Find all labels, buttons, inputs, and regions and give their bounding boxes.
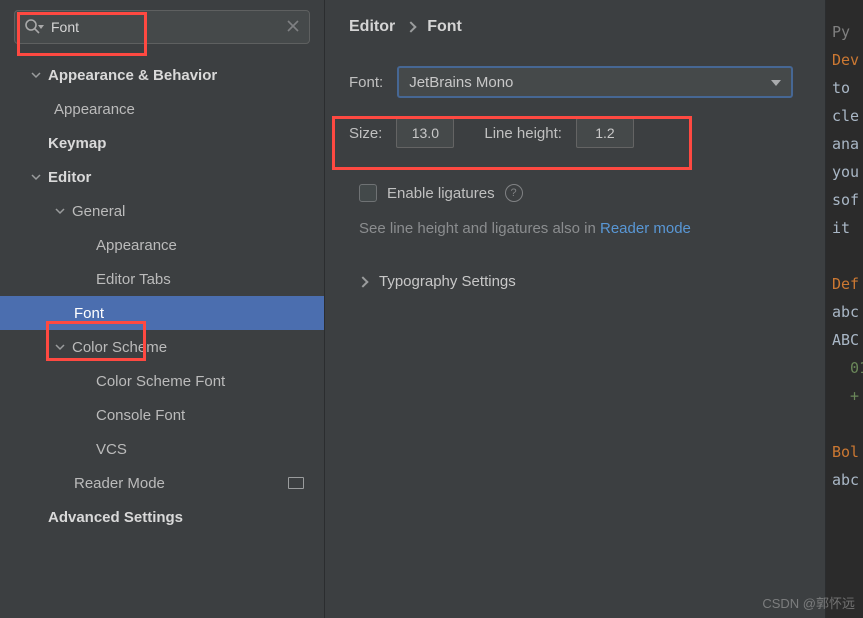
tree-label: Appearance (54, 101, 135, 118)
size-input[interactable] (396, 118, 454, 148)
tree-label: Reader Mode (74, 475, 165, 492)
sidebar-item-keymap[interactable]: Keymap (0, 126, 324, 160)
tree-label: Font (74, 305, 104, 322)
ligatures-label: Enable ligatures (387, 185, 495, 202)
sidebar-item-reader-mode[interactable]: Reader Mode (0, 466, 324, 500)
settings-pane: Editor Font Font: JetBrains Mono Size: L… (325, 0, 825, 618)
typography-settings[interactable]: Typography Settings (359, 273, 825, 290)
size-row: Size: Line height: (349, 118, 825, 148)
font-preview: Py Dev to cle ana you sof it Def abc ABC… (825, 0, 863, 618)
sidebar-item-cs-font[interactable]: Color Scheme Font (0, 364, 324, 398)
hint-text: See line height and ligatures also in (359, 220, 600, 237)
tree-label: Editor (48, 169, 91, 186)
sidebar-item-editor[interactable]: Editor (0, 160, 324, 194)
search-input[interactable] (14, 10, 310, 44)
sidebar-item-general[interactable]: General (0, 194, 324, 228)
clear-search-icon[interactable] (286, 19, 300, 33)
tree-label: Console Font (96, 407, 185, 424)
search-wrap (14, 10, 310, 44)
line-height-label: Line height: (484, 125, 562, 142)
ligatures-checkbox[interactable] (359, 184, 377, 202)
sidebar-item-color-scheme[interactable]: Color Scheme (0, 330, 324, 364)
sidebar-item-appearance-behavior[interactable]: Appearance & Behavior (0, 58, 324, 92)
tree-label: VCS (96, 441, 127, 458)
sidebar-item-editor-tabs[interactable]: Editor Tabs (0, 262, 324, 296)
reader-mode-link[interactable]: Reader mode (600, 220, 691, 237)
breadcrumb-editor[interactable]: Editor (349, 18, 395, 36)
tree-label: Advanced Settings (48, 509, 183, 526)
sidebar-item-console-font[interactable]: Console Font (0, 398, 324, 432)
font-label: Font: (349, 74, 383, 91)
typography-label: Typography Settings (379, 273, 516, 290)
chevron-down-icon (30, 171, 42, 183)
help-icon[interactable]: ? (505, 184, 523, 202)
breadcrumb-font: Font (427, 18, 462, 36)
tree-label: Appearance (96, 237, 177, 254)
chevron-down-icon (771, 80, 781, 86)
tree-label: Color Scheme (72, 339, 167, 356)
line-height-input[interactable] (576, 118, 634, 148)
sidebar-item-font[interactable]: Font (0, 296, 324, 330)
font-row: Font: JetBrains Mono (349, 66, 825, 98)
font-value: JetBrains Mono (409, 74, 513, 91)
tree-label: Color Scheme Font (96, 373, 225, 390)
sidebar-item-gen-appearance[interactable]: Appearance (0, 228, 324, 262)
sidebar-item-advanced[interactable]: Advanced Settings (0, 500, 324, 534)
chevron-right-icon (406, 21, 417, 32)
watermark: CSDN @郭怀远 (762, 593, 855, 612)
ligatures-row: Enable ligatures ? (359, 184, 825, 202)
chevron-down-icon (30, 69, 42, 81)
breadcrumb: Editor Font (349, 18, 825, 36)
sidebar-item-appearance[interactable]: Appearance (0, 92, 324, 126)
chevron-down-icon (54, 341, 66, 353)
reader-mode-icon (288, 477, 304, 489)
tree-label: Appearance & Behavior (48, 67, 217, 84)
tree-label: General (72, 203, 125, 220)
search-dropdown-icon[interactable] (38, 25, 44, 29)
chevron-down-icon (54, 205, 66, 217)
hint-line: See line height and ligatures also in Re… (359, 220, 825, 237)
font-select[interactable]: JetBrains Mono (397, 66, 793, 98)
tree-label: Keymap (48, 135, 106, 152)
chevron-right-icon (357, 276, 368, 287)
sidebar-item-vcs[interactable]: VCS (0, 432, 324, 466)
tree-label: Editor Tabs (96, 271, 171, 288)
settings-tree: Appearance & Behavior Appearance Keymap … (0, 54, 324, 534)
main-panel: Editor Font Font: JetBrains Mono Size: L… (325, 0, 863, 618)
size-label: Size: (349, 125, 382, 142)
settings-sidebar: Appearance & Behavior Appearance Keymap … (0, 0, 325, 618)
